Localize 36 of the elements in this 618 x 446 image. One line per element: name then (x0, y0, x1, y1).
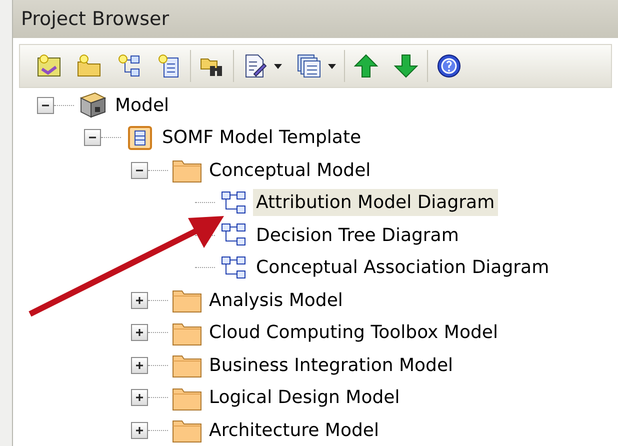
plus-icon (135, 393, 144, 402)
expand-toggle[interactable] (131, 389, 148, 406)
model-icon (77, 90, 109, 120)
collapse-toggle[interactable] (84, 129, 101, 146)
tree-item[interactable]: Business Integration Model (206, 352, 456, 379)
expand-toggle[interactable] (131, 422, 148, 439)
tree-item[interactable]: Conceptual Association Diagram (253, 254, 552, 282)
panel-title: Project Browser (21, 6, 170, 32)
expand-toggle[interactable] (131, 324, 148, 342)
collapse-toggle[interactable] (37, 96, 54, 114)
tree-item[interactable]: Attribution Model Diagram (253, 189, 498, 216)
diagram-icon (220, 254, 248, 281)
tree-item[interactable]: Cloud Computing Toolbox Model (206, 319, 501, 346)
tree-item[interactable]: Decision Tree Diagram (253, 222, 462, 249)
tree-item[interactable]: Conceptual Model (206, 156, 374, 184)
plus-icon (135, 328, 144, 338)
tree-item[interactable]: Architecture Model (206, 416, 382, 444)
stacked-pages-icon (296, 53, 322, 79)
caret-icon (328, 64, 336, 68)
up-arrow-icon (353, 53, 379, 79)
expand-toggle[interactable] (131, 292, 148, 309)
tree-item[interactable]: Analysis Model (206, 286, 346, 314)
expand-toggle[interactable] (131, 356, 148, 374)
package-icon (127, 124, 153, 151)
tree-item[interactable]: SOMF Model Template (159, 124, 364, 152)
plus-icon (135, 426, 144, 435)
plus-icon (135, 296, 144, 305)
plus-icon (135, 360, 144, 370)
tree-item[interactable]: Logical Design Model (206, 384, 403, 412)
help-icon (436, 53, 462, 79)
collapse-toggle[interactable] (131, 162, 148, 179)
diagram-icon (220, 222, 248, 248)
tree-item[interactable]: Model (112, 92, 172, 119)
down-arrow-icon (393, 53, 419, 79)
diagram-icon (220, 190, 248, 216)
caret-icon (274, 64, 282, 68)
